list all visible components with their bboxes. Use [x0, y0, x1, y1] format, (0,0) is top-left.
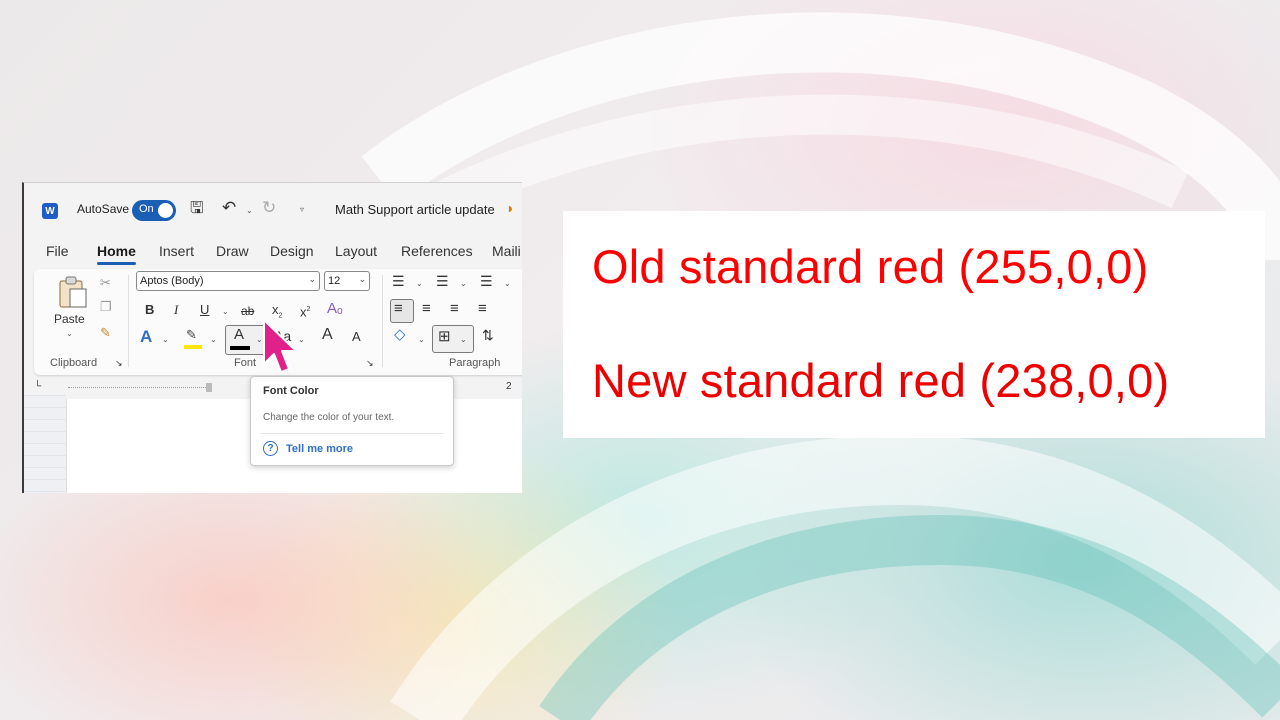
font-color-glyph: A: [234, 326, 245, 343]
tab-file[interactable]: File: [46, 243, 69, 259]
word-logo-icon: W: [42, 203, 58, 219]
tab-mailings[interactable]: Maili: [492, 243, 521, 259]
strikethrough-button[interactable]: ab: [241, 303, 254, 319]
tab-layout[interactable]: Layout: [335, 243, 377, 259]
align-right-icon[interactable]: ≡: [450, 301, 459, 317]
red-comparison-panel: Old standard red (255,0,0) New standard …: [563, 211, 1265, 438]
highlight-icon[interactable]: ✎: [186, 327, 197, 343]
customize-toolbar-icon[interactable]: ▿: [300, 205, 304, 214]
ruler-number: 2: [506, 381, 512, 392]
shield-icon: ◗: [506, 200, 515, 216]
shading-icon[interactable]: ◇: [394, 327, 406, 343]
new-standard-red-text: New standard red (238,0,0): [592, 354, 1170, 407]
clear-formatting-icon[interactable]: Aₒ: [327, 301, 343, 317]
text-effects-chevron-icon[interactable]: ⌄: [162, 335, 169, 344]
chevron-down-icon: ⌄: [358, 274, 366, 284]
redo-icon[interactable]: ↻: [262, 199, 276, 216]
chevron-down-icon: ⌄: [308, 274, 316, 284]
copy-icon[interactable]: ❐: [100, 299, 112, 315]
tab-home[interactable]: Home: [97, 243, 136, 265]
bullets-icon[interactable]: ☰: [392, 273, 405, 289]
highlight-chevron-icon[interactable]: ⌄: [210, 335, 217, 344]
toggle-state-label: On: [139, 203, 154, 215]
tell-me-more-link[interactable]: Tell me more: [286, 443, 353, 455]
bullets-chevron-icon[interactable]: ⌄: [416, 279, 423, 288]
highlight-color-bar: [184, 345, 202, 349]
shrink-font-button[interactable]: A: [352, 329, 361, 345]
old-standard-red-text: Old standard red (255,0,0): [592, 240, 1149, 293]
document-title: Math Support article update: [335, 202, 495, 217]
paste-label: Paste: [54, 312, 85, 326]
autosave-label: AutoSave: [77, 202, 130, 216]
numbering-icon[interactable]: ☰: [436, 273, 449, 289]
help-icon: ?: [263, 441, 278, 456]
tab-insert[interactable]: Insert: [159, 243, 194, 259]
ruler-indent-marker[interactable]: [206, 383, 212, 392]
grow-font-button[interactable]: A: [322, 327, 333, 343]
font-group-label: Font: [234, 357, 257, 369]
clipboard-launcher-icon[interactable]: ↘: [115, 355, 123, 371]
justify-icon[interactable]: ≡: [478, 301, 487, 317]
autosave-toggle[interactable]: On: [132, 200, 176, 221]
multilevel-chevron-icon[interactable]: ⌄: [504, 279, 511, 288]
mouse-pointer-icon: [263, 319, 297, 373]
title-bar: W AutoSave On 🖫 ↶ ⌄ ↻ ▿ Math Support art…: [24, 183, 522, 235]
bold-button[interactable]: B: [145, 302, 154, 318]
group-divider: [382, 275, 383, 367]
text-effects-icon[interactable]: A: [140, 328, 152, 345]
font-name-value: Aptos (Body): [140, 275, 204, 287]
format-painter-icon[interactable]: ✎: [100, 325, 111, 341]
clipboard-group-label: Clipboard: [50, 357, 98, 369]
font-name-select[interactable]: Aptos (Body) ⌄: [136, 271, 320, 291]
ruler-ticks: [68, 387, 208, 389]
group-divider: [128, 275, 129, 367]
underline-dropdown-chevron-icon[interactable]: ⌄: [222, 307, 229, 316]
undo-icon[interactable]: ↶: [222, 199, 236, 216]
tab-stop-selector-icon[interactable]: └: [34, 381, 41, 392]
cut-icon[interactable]: ✂: [100, 275, 111, 291]
tooltip-title: Font Color: [263, 385, 319, 397]
font-size-select[interactable]: 12 ⌄: [324, 271, 370, 291]
save-icon[interactable]: 🖫: [190, 201, 204, 217]
align-left-icon: ≡: [394, 300, 403, 317]
font-color-tooltip: Font Color Change the color of your text…: [250, 376, 454, 466]
paragraph-group-label: Paragraph: [449, 357, 501, 369]
tab-draw[interactable]: Draw: [216, 243, 249, 259]
font-launcher-icon[interactable]: ↘: [366, 355, 374, 371]
multilevel-list-icon[interactable]: ☰: [480, 273, 493, 289]
font-color-bar: [230, 346, 250, 350]
numbering-chevron-icon[interactable]: ⌄: [460, 279, 467, 288]
paste-icon[interactable]: [56, 275, 88, 309]
tab-references[interactable]: References: [401, 243, 473, 259]
tab-design[interactable]: Design: [270, 243, 314, 259]
borders-chevron-icon[interactable]: ⌄: [460, 335, 467, 344]
sort-icon[interactable]: ⇅: [482, 327, 494, 343]
shading-chevron-icon[interactable]: ⌄: [418, 335, 425, 344]
ribbon-tabs: File Home Insert Draw Design Layout Refe…: [24, 241, 522, 265]
tooltip-description: Change the color of your text.: [263, 412, 395, 423]
font-size-value: 12: [328, 275, 341, 287]
underline-button[interactable]: U: [200, 302, 209, 318]
toggle-knob: [158, 203, 173, 218]
paste-dropdown-chevron-icon[interactable]: ⌄: [66, 329, 73, 338]
tooltip-divider: [261, 433, 443, 434]
borders-icon: ⊞: [438, 328, 451, 345]
italic-button[interactable]: I: [174, 302, 178, 318]
undo-dropdown-chevron-icon[interactable]: ⌄: [246, 206, 253, 215]
vertical-ruler: [24, 395, 66, 493]
superscript-mark: 2: [306, 306, 311, 313]
align-center-icon[interactable]: ≡: [422, 301, 431, 317]
